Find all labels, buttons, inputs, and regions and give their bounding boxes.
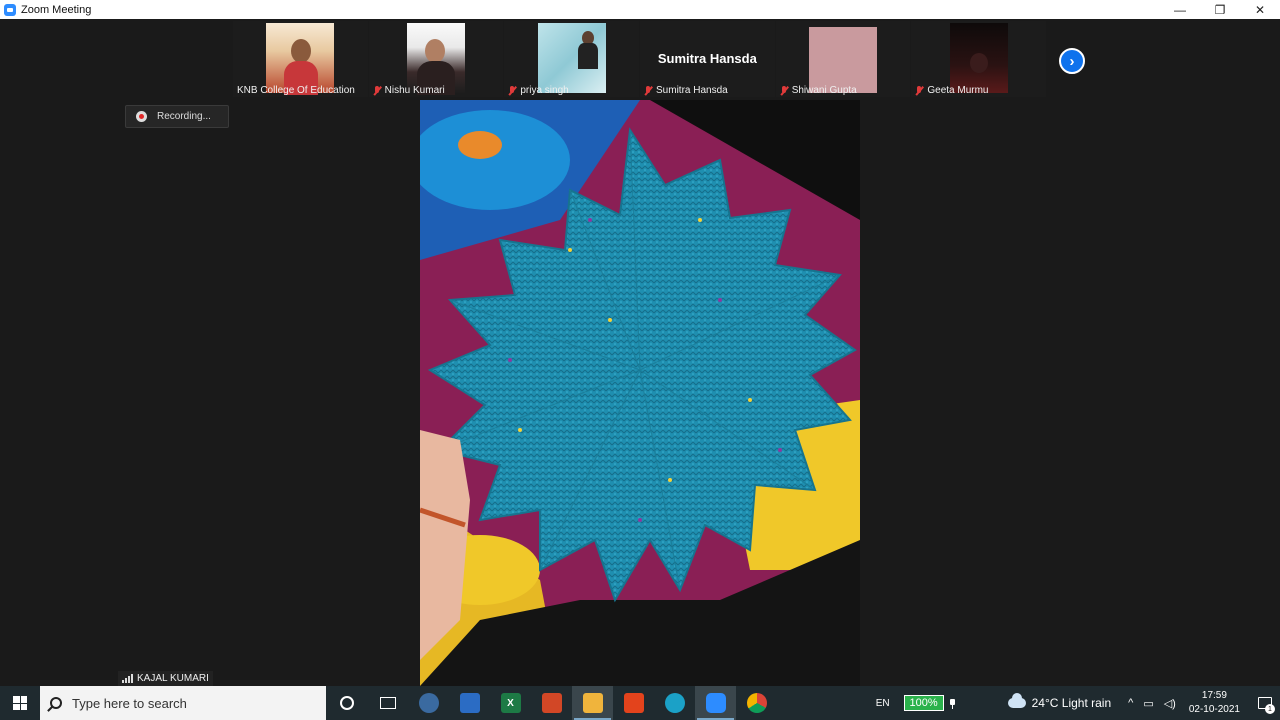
- zoom-icon: [4, 3, 16, 16]
- taskbar-app-store[interactable]: [449, 686, 490, 720]
- participant-video: [949, 23, 1008, 93]
- power-plug-icon: [948, 697, 956, 709]
- participant-name: KNB College Of Education: [237, 85, 355, 96]
- taskbar-app-file-explorer[interactable]: [572, 686, 613, 720]
- language-indicator[interactable]: EN: [876, 698, 890, 709]
- clock[interactable]: 17:59 02-10-2021: [1189, 689, 1240, 717]
- knitted-star-video: [420, 100, 860, 686]
- recording-label: Recording...: [157, 111, 211, 122]
- participant-name: Nishu Kumari: [384, 85, 445, 96]
- maximize-button[interactable]: ❐: [1200, 0, 1240, 19]
- participant-video: [266, 23, 335, 95]
- window-controls: — ❐ ✕: [1160, 0, 1280, 19]
- participant-video: [407, 23, 465, 95]
- zoom-icon: [705, 693, 726, 713]
- volume-icon[interactable]: ◁): [1164, 697, 1176, 710]
- battery-indicator[interactable]: 100%: [903, 695, 944, 711]
- task-view-button[interactable]: [367, 686, 408, 720]
- mic-muted-icon: [508, 85, 516, 96]
- participant-label: priya singh: [508, 85, 569, 96]
- edge-icon: [664, 693, 685, 713]
- snipping-tool-icon: [418, 693, 439, 713]
- participant-thumbnail[interactable]: Sumitra Hansda Sumitra Hansda: [640, 21, 775, 97]
- excel-icon: X: [500, 693, 521, 713]
- participant-thumbnail[interactable]: priya singh: [504, 21, 640, 97]
- system-tray: EN 100% 24°C Light rain ^ ▭ ◁) 17:59 02-…: [876, 686, 1280, 720]
- cloud-rain-icon: [1007, 693, 1026, 708]
- battery-icon[interactable]: ▭: [1143, 697, 1153, 710]
- store-icon: [459, 693, 480, 713]
- task-view-icon: [379, 697, 396, 709]
- notification-count: 1: [1265, 704, 1275, 714]
- folder-icon: [582, 693, 603, 713]
- mic-muted-icon: [915, 85, 923, 96]
- next-page-button[interactable]: ›: [1059, 48, 1085, 74]
- participant-label: KNB College Of Education: [237, 85, 355, 96]
- participant-name: priya singh: [520, 85, 569, 96]
- participant-thumbnail[interactable]: KNB College Of Education: [233, 21, 368, 97]
- start-button[interactable]: [0, 686, 40, 720]
- participant-video: [537, 23, 606, 93]
- clock-date: 02-10-2021: [1188, 704, 1240, 715]
- minimize-button[interactable]: —: [1160, 0, 1200, 19]
- recording-indicator[interactable]: Recording...: [125, 105, 229, 128]
- chevron-up-icon[interactable]: ^: [1128, 697, 1133, 709]
- participant-thumbnail[interactable]: Shiwani Gupta: [775, 21, 911, 97]
- record-icon: [136, 111, 147, 122]
- title-bar: Zoom Meeting — ❐ ✕: [0, 0, 1280, 19]
- notifications-button[interactable]: 1: [1250, 686, 1280, 720]
- window-title: Zoom Meeting: [21, 3, 92, 16]
- active-speaker-label: KAJAL KUMARI: [118, 671, 213, 686]
- search-icon: [50, 697, 62, 709]
- participant-label: Nishu Kumari: [373, 85, 445, 96]
- meeting-stage: KNB College Of Education Nishu Kumari pr…: [0, 19, 1280, 686]
- participant-label: Shiwani Gupta: [780, 85, 857, 96]
- taskbar-app-snipping[interactable]: [408, 686, 449, 720]
- participant-name: Sumitra Hansda: [656, 85, 728, 96]
- active-speaker-video: [420, 100, 860, 686]
- participant-name: Geeta Murmu: [927, 85, 989, 96]
- close-button[interactable]: ✕: [1240, 0, 1280, 19]
- mic-muted-icon: [373, 85, 381, 96]
- participant-thumbnail[interactable]: Geeta Murmu: [911, 21, 1047, 97]
- taskbar-search[interactable]: Type here to search: [40, 686, 326, 720]
- chrome-icon: [746, 693, 767, 713]
- mic-muted-icon: [644, 85, 652, 96]
- cortana-button[interactable]: [326, 686, 367, 720]
- participant-thumbnail[interactable]: Nishu Kumari: [368, 21, 504, 97]
- signal-strength-icon: [122, 674, 133, 683]
- taskbar: Type here to search X EN 100% 24°C Light…: [0, 686, 1280, 720]
- participant-video: [809, 27, 878, 93]
- participant-name: Shiwani Gupta: [791, 85, 857, 96]
- active-speaker-name: KAJAL KUMARI: [137, 673, 209, 684]
- weather-text: 24°C Light rain: [1031, 696, 1112, 710]
- search-placeholder: Type here to search: [72, 695, 187, 711]
- taskbar-app-office[interactable]: [613, 686, 654, 720]
- clock-time: 17:59: [1201, 690, 1227, 701]
- mic-muted-icon: [780, 85, 788, 96]
- office-lens-icon: [541, 693, 562, 713]
- participant-display-name: Sumitra Hansda: [657, 51, 757, 66]
- participant-thumbnails: KNB College Of Education Nishu Kumari pr…: [233, 21, 1047, 97]
- taskbar-app-office-lens[interactable]: [531, 686, 572, 720]
- taskbar-app-chrome[interactable]: [736, 686, 777, 720]
- office-icon: [623, 693, 644, 713]
- taskbar-app-edge[interactable]: [654, 686, 695, 720]
- cortana-icon: [339, 696, 354, 710]
- participant-label: Geeta Murmu: [915, 85, 989, 96]
- weather-widget[interactable]: 24°C Light rain: [1007, 693, 1112, 710]
- taskbar-app-excel[interactable]: X: [490, 686, 531, 720]
- taskbar-app-zoom[interactable]: [695, 686, 736, 720]
- windows-icon: [13, 696, 27, 710]
- participant-label: Sumitra Hansda: [644, 85, 728, 96]
